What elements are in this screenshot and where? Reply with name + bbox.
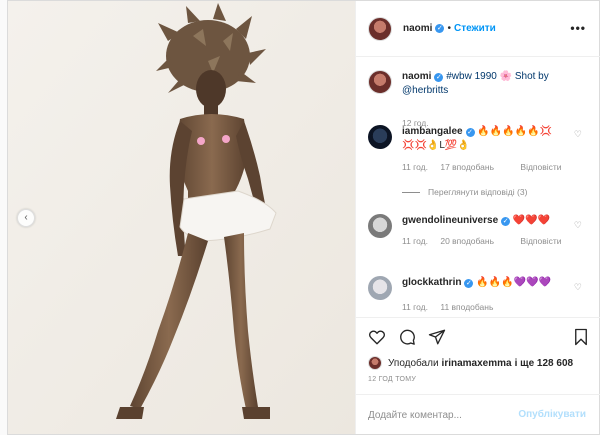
comment-text: gwendolineuniverse ✓ ❤️❤️❤️	[402, 214, 574, 228]
comment-meta: 11 год. 17 вподобань Відповісти	[402, 162, 572, 172]
share-icon[interactable]	[428, 328, 446, 346]
comment-likes[interactable]: 20 вподобань	[440, 236, 494, 246]
likes-user[interactable]: irinamaxemma	[442, 358, 512, 369]
post-card: ‹ naomi ✓ • Стежити ••• naomi ✓ #wbw 1990…	[7, 0, 600, 435]
view-replies-button[interactable]: Переглянути відповіді (3)	[402, 187, 527, 197]
post-actions: Уподобали irinamaxemma і ще 128 608 12 Г…	[356, 317, 600, 434]
caption-username[interactable]: naomi	[402, 71, 431, 82]
verified-icon: ✓	[434, 73, 444, 82]
comment-likes[interactable]: 11 вподобань	[440, 302, 493, 312]
comment-body: 🔥🔥🔥💜💜💜	[476, 277, 551, 288]
side-panel: naomi ✓ • Стежити ••• naomi ✓ #wbw 1990 🌸…	[355, 1, 600, 434]
avatar[interactable]	[368, 125, 392, 149]
comment-text: iambangalee ✓ 🔥🔥🔥🔥🔥💢 💢💢👌L💯👌	[402, 125, 574, 153]
caption-text: naomi ✓ #wbw 1990 🌸 Shot by @herbritts	[402, 70, 574, 98]
heart-icon[interactable]: ♡	[574, 220, 582, 231]
comment-icon[interactable]	[398, 328, 416, 346]
comment-username[interactable]: gwendolineuniverse	[402, 215, 498, 226]
heart-icon[interactable]	[368, 328, 386, 346]
comment-text: glockkathrin ✓ 🔥🔥🔥💜💜💜	[402, 276, 574, 290]
avatar[interactable]	[368, 214, 392, 238]
chevron-left-icon[interactable]: ‹	[17, 209, 35, 227]
comment-time: 11 год.	[402, 162, 428, 172]
post-header: naomi ✓ • Стежити •••	[356, 1, 600, 57]
comment-input[interactable]	[368, 407, 518, 423]
comment-username[interactable]: iambangalee	[402, 126, 463, 137]
replies-line	[402, 191, 420, 193]
avatar[interactable]	[368, 16, 392, 41]
separator-dot: •	[447, 23, 451, 34]
comment-meta: 11 год. 11 вподобань	[402, 302, 503, 312]
comment-username[interactable]: glockkathrin	[402, 277, 461, 288]
reply-button[interactable]: Відповісти	[520, 162, 561, 172]
caption-body: #wbw 1990 🌸 Shot by	[446, 71, 549, 82]
avatar[interactable]	[368, 276, 392, 300]
comment-box: Опублікувати	[356, 394, 600, 435]
comment-body: ❤️❤️❤️	[512, 215, 551, 226]
more-icon[interactable]: •••	[570, 21, 586, 35]
view-replies-label: Переглянути відповіді (3)	[428, 187, 528, 197]
follow-button[interactable]: Стежити	[454, 23, 496, 34]
likes-count[interactable]: і ще 128 608	[515, 358, 573, 369]
comment-row: glockkathrin ✓ 🔥🔥🔥💜💜💜 ♡ 11 год. 11 вподоб…	[368, 276, 596, 316]
comment-row: gwendolineuniverse ✓ ❤️❤️❤️ ♡ 11 год. 20 …	[368, 214, 596, 258]
publish-button[interactable]: Опублікувати	[518, 409, 586, 420]
comment-meta: 11 год. 20 вподобань Відповісти	[402, 236, 572, 246]
reply-button[interactable]: Відповісти	[520, 236, 561, 246]
avatar[interactable]	[368, 356, 382, 370]
comment-row: iambangalee ✓ 🔥🔥🔥🔥🔥💢 💢💢👌L💯👌 ♡ 11 год. 17 …	[368, 125, 596, 201]
bookmark-icon[interactable]	[572, 328, 590, 346]
heart-icon[interactable]: ♡	[574, 129, 582, 140]
verified-icon: ✓	[465, 128, 475, 137]
likes-summary: Уподобали irinamaxemma і ще 128 608	[368, 356, 573, 370]
photo-illustration	[8, 1, 355, 434]
comment-likes[interactable]: 17 вподобань	[440, 162, 494, 172]
verified-icon: ✓	[501, 217, 511, 226]
verified-icon: ✓	[464, 279, 474, 288]
likes-prefix: Уподобали	[388, 357, 439, 369]
verified-icon: ✓	[435, 24, 445, 33]
comments-list[interactable]: naomi ✓ #wbw 1990 🌸 Shot by @herbritts 12…	[356, 58, 600, 316]
comment-time: 11 год.	[402, 302, 428, 312]
author-username[interactable]: naomi	[403, 23, 432, 34]
post-photo[interactable]: ‹	[8, 1, 355, 434]
avatar[interactable]	[368, 70, 392, 94]
mention-link[interactable]: @herbritts	[402, 85, 448, 96]
caption-row: naomi ✓ #wbw 1990 🌸 Shot by @herbritts 12…	[368, 70, 596, 130]
comment-time: 11 год.	[402, 236, 428, 246]
post-timestamp[interactable]: 12 ГОД ТОМУ	[368, 376, 416, 383]
heart-icon[interactable]: ♡	[574, 282, 582, 293]
